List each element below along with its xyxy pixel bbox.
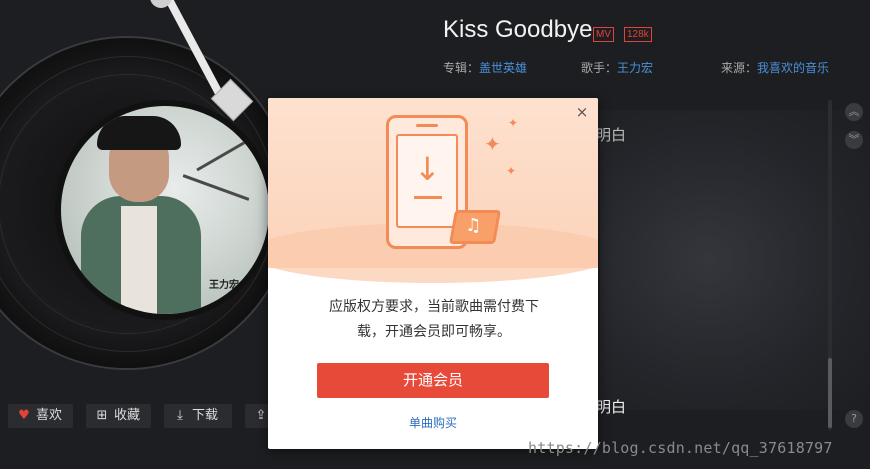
download-baseline	[414, 196, 442, 199]
open-membership-button[interactable]: 开通会员	[317, 363, 549, 398]
cover-signature: 王力宏	[209, 280, 239, 291]
mv-badge[interactable]: MV	[593, 27, 614, 42]
cover-cap	[97, 116, 181, 150]
dialog-hero-illustration: ↓ ♫ ✦ ✦ ✦	[268, 98, 598, 283]
lyric-line: 明白	[596, 126, 627, 144]
dialog-message: 应版权方要求，当前歌曲需付费下载，开通会员即可畅享。	[329, 299, 539, 340]
like-button[interactable]: ♥ 喜欢	[8, 404, 73, 428]
music-note-icon: ♫	[465, 215, 482, 236]
add-folder-icon: ⊞	[96, 408, 108, 423]
cover-branch	[182, 174, 250, 201]
scroll-down-icon[interactable]: ︾	[845, 131, 863, 149]
album-label: 专辑：	[443, 61, 480, 75]
single-purchase-link[interactable]: 单曲购买	[268, 414, 598, 431]
quality-badge[interactable]: 128k	[624, 27, 652, 42]
scrollbar-thumb[interactable]	[828, 358, 832, 428]
source-meta: 来源：我喜欢的音乐	[721, 59, 829, 76]
download-icon: ⤓	[177, 408, 183, 423]
artist-meta: 歌手：王力宏	[581, 59, 653, 76]
collect-label: 收藏	[114, 408, 141, 423]
heart-icon: ♥	[18, 408, 30, 423]
album-meta: 专辑：盖世英雄	[443, 59, 527, 76]
lyric-line-current: 明白	[596, 398, 627, 416]
source-link[interactable]: 我喜欢的音乐	[757, 61, 829, 75]
lyrics-scrollbar[interactable]	[828, 100, 832, 430]
close-icon[interactable]: ×	[574, 104, 590, 120]
like-label: 喜欢	[36, 408, 63, 423]
song-title: Kiss Goodbye	[443, 16, 593, 43]
vip-download-dialog: ↓ ♫ ✦ ✦ ✦ × 应版权方要求，当前歌曲需付费下载，开通会员即可畅享。 开…	[268, 98, 598, 449]
scroll-up-icon[interactable]: ︽	[845, 103, 863, 121]
sparkle-icon: ✦	[484, 132, 501, 156]
phone-speaker	[416, 124, 438, 127]
download-button[interactable]: ⤓ 下载	[164, 404, 232, 428]
share-icon: ⇪	[255, 408, 267, 423]
watermark: https://blog.csdn.net/qq_37618797	[528, 439, 833, 457]
collect-button[interactable]: ⊞ 收藏	[86, 404, 151, 428]
sparkle-icon: ✦	[506, 164, 517, 178]
artist-label: 歌手：	[581, 61, 618, 75]
help-icon[interactable]: ?	[845, 410, 863, 428]
album-link[interactable]: 盖世英雄	[479, 61, 527, 75]
source-label: 来源：	[721, 61, 758, 75]
phone-screen: ↓	[396, 134, 458, 228]
music-diamond-icon: ♫	[449, 210, 501, 244]
sparkle-icon: ✦	[508, 116, 519, 130]
download-arrow-icon: ↓	[414, 150, 441, 188]
download-label: 下载	[192, 408, 219, 423]
cover-shirt	[121, 206, 157, 314]
album-cover: 王力宏	[55, 100, 275, 320]
artist-link[interactable]: 王力宏	[617, 61, 653, 75]
